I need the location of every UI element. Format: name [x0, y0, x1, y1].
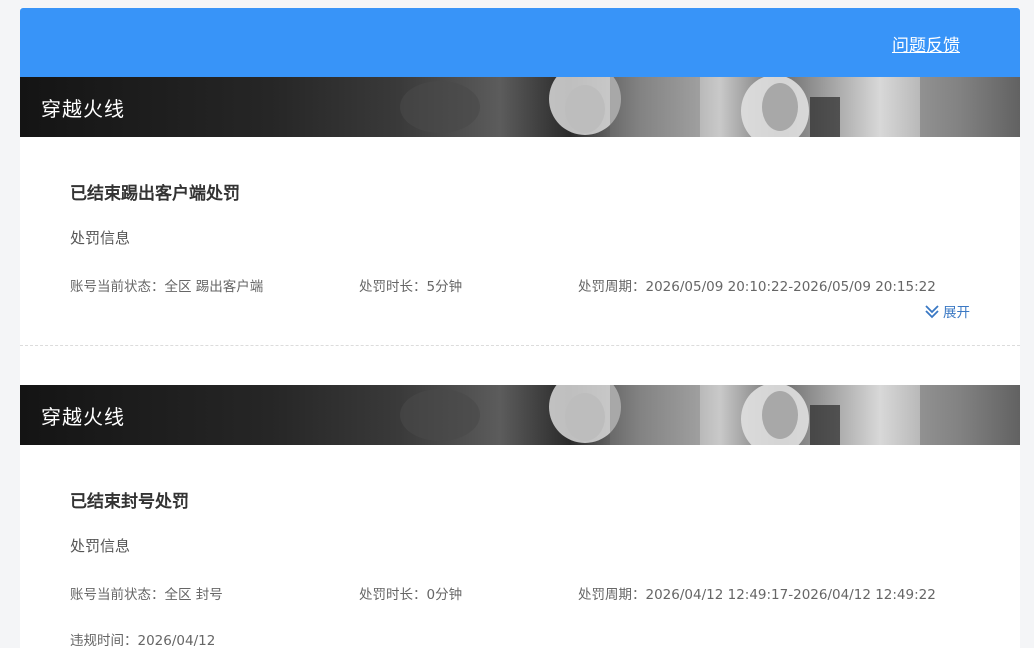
penalty-duration: 处罚时长：5分钟 [359, 279, 463, 295]
game-title: 穿越火线 [41, 97, 125, 121]
penalty-duration: 处罚时长：0分钟 [359, 587, 463, 603]
game-banner: 穿越火线 [20, 385, 1020, 445]
penalty-period: 处罚周期：2026/04/12 12:49:17-2026/04/12 12:4… [578, 587, 936, 603]
penalty-info-label: 处罚信息 [70, 229, 131, 247]
game-title: 穿越火线 [41, 405, 125, 429]
penalty-card: 穿越火线 已结束封号处罚 处罚信息 账号当前状态：全区 封号 处罚时长：0分钟 … [20, 385, 1020, 648]
feedback-link[interactable]: 问题反馈 [892, 31, 960, 56]
penalty-status-title: 已结束封号处罚 [70, 492, 189, 512]
penalty-card: 穿越火线 已结束踢出客户端处罚 处罚信息 账号当前状态：全区 踢出客户端 处罚时… [20, 77, 1020, 346]
expand-button[interactable]: 展开 [924, 301, 970, 321]
penalty-period: 处罚周期：2026/05/09 20:10:22-2026/05/09 20:1… [578, 279, 936, 295]
account-status: 账号当前状态：全区 封号 [70, 587, 223, 603]
card-divider [20, 345, 1020, 346]
card-body: 已结束封号处罚 处罚信息 账号当前状态：全区 封号 处罚时长：0分钟 处罚周期：… [20, 445, 1020, 648]
expand-label: 展开 [943, 305, 970, 321]
banner-artwork [400, 385, 1020, 445]
card-body: 已结束踢出客户端处罚 处罚信息 账号当前状态：全区 踢出客户端 处罚时长：5分钟… [20, 137, 1020, 345]
account-status: 账号当前状态：全区 踢出客户端 [70, 279, 264, 295]
banner-artwork [400, 77, 1020, 137]
double-chevron-down-icon [925, 305, 939, 319]
game-banner: 穿越火线 [20, 77, 1020, 137]
penalty-status-title: 已结束踢出客户端处罚 [70, 184, 240, 204]
page-container: 问题反馈 穿越火线 已结束踢出客户端处罚 处罚信息 账号当前状态：全区 踢出客户… [20, 8, 1020, 648]
violation-time: 违规时间：2026/04/12 [70, 633, 216, 648]
top-header-bar: 问题反馈 [20, 8, 1020, 77]
penalty-info-label: 处罚信息 [70, 537, 131, 555]
